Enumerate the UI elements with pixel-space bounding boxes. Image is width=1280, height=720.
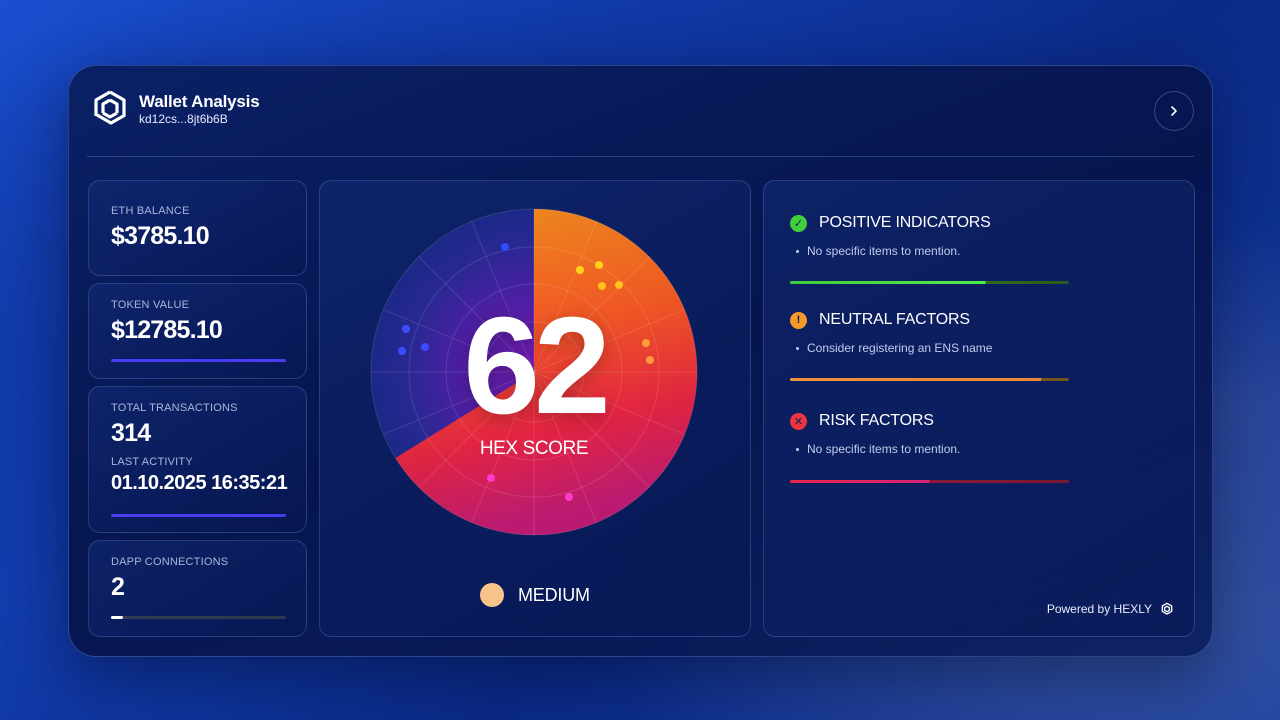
last-activity-value: 01.10.2025 16:35:21 bbox=[111, 472, 288, 494]
dapp-connections-value: 2 bbox=[111, 573, 125, 601]
transactions-bar bbox=[111, 514, 286, 517]
neutral-factors: ! NEUTRAL FACTORS Consider registering a… bbox=[790, 311, 992, 355]
powered-by-label: Powered by HEXLY bbox=[1046, 602, 1152, 616]
risk-level-dot bbox=[480, 583, 504, 607]
x-icon: ✕ bbox=[790, 412, 807, 430]
risk-factors-note: No specific items to mention. bbox=[807, 442, 961, 456]
header-divider bbox=[87, 156, 1194, 157]
header: Wallet Analysis kd12cs...8jt6b6B bbox=[89, 88, 260, 130]
positive-indicators-title: POSITIVE INDICATORS bbox=[819, 214, 991, 231]
risk-factors-bar bbox=[790, 480, 1069, 483]
last-activity-label: LAST ACTIVITY bbox=[111, 456, 193, 468]
eth-balance-card: ETH BALANCE $3785.10 bbox=[88, 180, 307, 276]
positive-indicators-bar bbox=[790, 281, 1069, 284]
next-button[interactable] bbox=[1154, 91, 1194, 131]
total-transactions-value: 314 bbox=[111, 419, 151, 447]
neutral-factors-title: NEUTRAL FACTORS bbox=[819, 311, 970, 328]
risk-level: MEDIUM bbox=[480, 583, 590, 607]
neutral-factors-bar bbox=[790, 378, 1069, 381]
hexly-small-logo-icon bbox=[1161, 602, 1173, 615]
chevron-right-icon bbox=[1171, 106, 1177, 116]
page-title: Wallet Analysis bbox=[139, 91, 260, 111]
token-value-label: TOKEN VALUE bbox=[111, 299, 190, 311]
wallet-address: kd12cs...8jt6b6B bbox=[139, 111, 228, 126]
eth-balance-value: $3785.10 bbox=[111, 222, 210, 250]
risk-factors: ✕ RISK FACTORS No specific items to ment… bbox=[790, 412, 960, 456]
risk-factors-title: RISK FACTORS bbox=[819, 412, 934, 429]
hexly-logo-icon bbox=[94, 90, 126, 125]
eth-balance-label: ETH BALANCE bbox=[111, 205, 190, 217]
check-icon: ✓ bbox=[790, 214, 807, 232]
indicators-card: ✓ POSITIVE INDICATORS No specific items … bbox=[763, 180, 1195, 637]
positive-indicators-note: No specific items to mention. bbox=[807, 244, 961, 258]
exclamation-icon: ! bbox=[790, 311, 807, 329]
token-value-value: $12785.10 bbox=[111, 316, 223, 344]
transactions-card: TOTAL TRANSACTIONS 314 LAST ACTIVITY 01.… bbox=[88, 386, 307, 533]
total-transactions-label: TOTAL TRANSACTIONS bbox=[111, 402, 238, 414]
risk-level-label: MEDIUM bbox=[518, 584, 590, 605]
hex-score-label: HEX SCORE bbox=[479, 438, 589, 459]
neutral-factors-note: Consider registering an ENS name bbox=[807, 341, 993, 355]
token-value-bar bbox=[111, 359, 286, 362]
hex-score-value: 62 bbox=[463, 289, 611, 443]
positive-indicators: ✓ POSITIVE INDICATORS No specific items … bbox=[790, 214, 991, 258]
dapp-connections-label: DAPP CONNECTIONS bbox=[111, 556, 229, 568]
wallet-analysis-panel: Wallet Analysis kd12cs...8jt6b6B ETH BAL… bbox=[68, 65, 1213, 657]
score-radar: 62 HEX SCORE bbox=[368, 206, 700, 538]
dapp-connections-card: DAPP CONNECTIONS 2 bbox=[88, 540, 307, 637]
dapp-connections-bar bbox=[111, 616, 286, 619]
token-value-card: TOKEN VALUE $12785.10 bbox=[88, 283, 307, 379]
powered-by: Powered by HEXLY bbox=[1047, 602, 1174, 616]
hex-score-card: 62 HEX SCORE MEDIUM bbox=[319, 180, 751, 637]
